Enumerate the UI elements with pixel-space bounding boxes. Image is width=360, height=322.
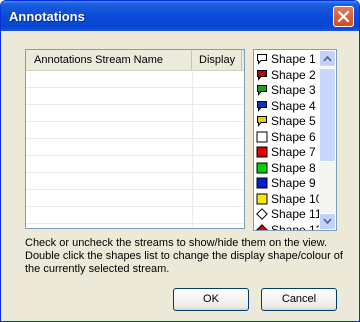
annotations-dialog: Annotations Annotations Stream Name Disp… [0, 0, 360, 322]
shape-label: Shape 8 [271, 160, 316, 175]
speech-bubble-outline-icon [257, 54, 267, 65]
shape-list-item[interactable]: Shape 10 [254, 191, 323, 208]
shape-list-item[interactable]: Shape 8 [254, 161, 320, 177]
shape-list-item[interactable]: Shape 4 [254, 99, 320, 115]
shape-list-item[interactable]: Shape 5 [254, 114, 320, 130]
speech-bubble-icon [257, 69, 267, 81]
list-rows [26, 71, 244, 228]
title-bar[interactable]: Annotations [1, 1, 359, 31]
shape-list-item[interactable]: Shape 1 [254, 52, 320, 68]
table-row [26, 122, 244, 139]
shape-list-item[interactable]: Shape 6 [254, 130, 320, 146]
shape-label: Shape 10 [271, 191, 323, 206]
table-cell [26, 122, 193, 138]
shapes-list[interactable]: Shape 1 Shape 2 Shape 3 Shape 4 Shape 5 Shape… [253, 49, 337, 231]
shape-label: Shape 3 [271, 83, 316, 97]
close-button[interactable] [333, 6, 354, 27]
table-row [26, 139, 244, 156]
shape-label: Shape 6 [271, 129, 316, 144]
square-icon [256, 146, 268, 158]
table-row [26, 173, 244, 190]
square-icon [256, 177, 268, 189]
shapes-items: Shape 1 Shape 2 Shape 3 Shape 4 Shape 5 Shape… [254, 52, 323, 231]
shape-list-item[interactable]: Shape 12 [254, 222, 323, 231]
scroll-thumb[interactable] [319, 68, 336, 162]
table-row [26, 190, 244, 207]
shape-list-item[interactable]: Shape 7 [254, 145, 320, 161]
table-row [26, 207, 244, 224]
table-cell [26, 190, 193, 206]
cancel-button[interactable]: Cancel [261, 288, 337, 311]
shape-label: Shape 11 [271, 207, 322, 221]
annotations-stream-list[interactable]: Annotations Stream Name Display [25, 49, 245, 229]
table-row [26, 88, 244, 105]
speech-bubble-icon [257, 85, 267, 96]
column-header-display[interactable]: Display [192, 50, 242, 70]
shape-list-item[interactable]: Shape 9 [254, 176, 320, 192]
speech-bubble-icon [257, 116, 267, 127]
shape-label: Shape 9 [271, 176, 316, 190]
table-row [26, 156, 244, 173]
help-text: Check or uncheck the streams to show/hid… [25, 237, 343, 275]
chevron-up-icon [323, 55, 332, 62]
square-icon [256, 162, 268, 173]
table-row [26, 224, 244, 228]
speech-bubble-icon [257, 100, 267, 112]
dialog-title: Annotations [9, 9, 85, 24]
scroll-up-button[interactable] [319, 50, 336, 67]
shape-list-item[interactable]: Shape 3 [254, 83, 320, 99]
shape-label: Shape 7 [271, 145, 316, 159]
shape-label: Shape 1 [271, 52, 316, 66]
table-cell [26, 71, 193, 87]
shape-label: Shape 12 [271, 222, 323, 231]
table-row [26, 71, 244, 88]
shape-label: Shape 5 [271, 114, 316, 128]
table-cell [26, 139, 193, 155]
close-icon [338, 11, 349, 22]
column-header-stream-name[interactable]: Annotations Stream Name [26, 50, 192, 70]
ok-button[interactable]: OK [173, 288, 249, 311]
scroll-down-button[interactable] [319, 213, 336, 230]
diamond-icon [256, 208, 268, 220]
list-header: Annotations Stream Name Display [26, 50, 244, 71]
shape-list-item[interactable]: Shape 2 [254, 68, 320, 84]
table-cell [26, 207, 193, 223]
table-cell [26, 105, 193, 121]
shape-label: Shape 4 [271, 98, 316, 113]
table-cell [26, 156, 193, 172]
shape-list-item[interactable]: Shape 11 [254, 207, 322, 223]
chevron-down-icon [323, 218, 332, 225]
square-icon [256, 193, 268, 204]
table-cell [26, 88, 193, 104]
table-row [26, 105, 244, 122]
shape-label: Shape 2 [271, 67, 316, 82]
table-cell [26, 173, 193, 189]
table-cell [26, 224, 193, 228]
shapes-scrollbar[interactable] [319, 50, 336, 230]
square-icon [256, 131, 268, 142]
diamond-icon [256, 223, 268, 230]
